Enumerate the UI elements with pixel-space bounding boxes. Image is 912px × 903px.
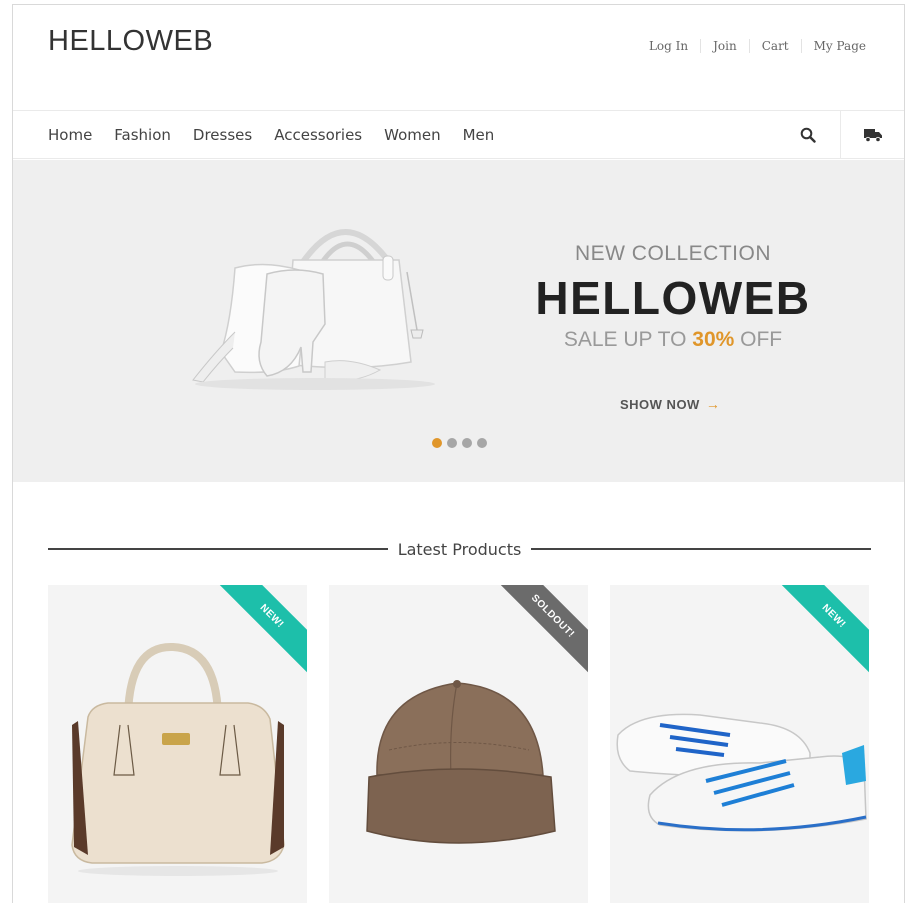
join-link[interactable]: Join: [700, 39, 749, 53]
divider: [531, 548, 871, 550]
search-icon: [800, 127, 816, 143]
hero-banner: NEW COLLECTION HELLOWEB SALE UP TO 30% O…: [13, 160, 904, 482]
slider-dots: [432, 438, 487, 448]
sale-suffix: OFF: [734, 328, 783, 351]
nav-icons: [776, 111, 904, 159]
arrow-right-icon: →: [705, 396, 721, 412]
cart-link[interactable]: Cart: [748, 39, 801, 53]
hero-text: NEW COLLECTION HELLOWEB SALE UP TO 30% O…: [523, 242, 823, 352]
show-now-button[interactable]: SHOW NOW →: [620, 396, 720, 412]
nav-item-accessories[interactable]: Accessories: [274, 126, 362, 144]
product-grid: NEW! SOLDOUT! NEW!: [48, 585, 871, 903]
nav-item-fashion[interactable]: Fashion: [114, 126, 171, 144]
section-title: Latest Products: [397, 539, 522, 559]
latest-products-heading: Latest Products: [48, 537, 871, 561]
hero-title: HELLOWEB: [535, 272, 811, 324]
slider-dot[interactable]: [432, 438, 442, 448]
search-button[interactable]: [776, 111, 840, 159]
slider-dot[interactable]: [447, 438, 457, 448]
delivery-button[interactable]: [840, 111, 904, 159]
page-frame: HELLOWEB Log In Join Cart My Page Home F…: [12, 4, 905, 903]
hero-sale-text: SALE UP TO 30% OFF: [523, 328, 823, 352]
product-card-handbag[interactable]: NEW!: [48, 585, 307, 903]
nav-item-dresses[interactable]: Dresses: [193, 126, 252, 144]
divider: [48, 548, 388, 550]
nav-item-home[interactable]: Home: [48, 126, 92, 144]
login-link[interactable]: Log In: [637, 39, 700, 53]
nav-item-men[interactable]: Men: [463, 126, 495, 144]
truck-icon: [863, 129, 882, 142]
slider-dot[interactable]: [462, 438, 472, 448]
top-links: Log In Join Cart My Page: [637, 39, 866, 53]
main-nav: Home Fashion Dresses Accessories Women M…: [13, 111, 904, 159]
show-now-label: SHOW NOW: [620, 396, 700, 412]
product-card-sneakers[interactable]: NEW!: [610, 585, 869, 903]
sale-percent: 30%: [692, 328, 735, 351]
product-card-cap[interactable]: SOLDOUT!: [329, 585, 588, 903]
hero-subtitle: NEW COLLECTION: [574, 242, 772, 265]
nav-item-women[interactable]: Women: [384, 126, 440, 144]
slider-dot[interactable]: [477, 438, 487, 448]
my-page-link[interactable]: My Page: [800, 39, 866, 53]
site-header: HELLOWEB Log In Join Cart My Page: [13, 5, 904, 111]
site-logo[interactable]: HELLOWEB: [48, 25, 213, 58]
hero-boots-bag-image: [192, 229, 435, 390]
sale-prefix: SALE UP TO: [563, 328, 693, 351]
nav-menu: Home Fashion Dresses Accessories Women M…: [48, 111, 516, 159]
